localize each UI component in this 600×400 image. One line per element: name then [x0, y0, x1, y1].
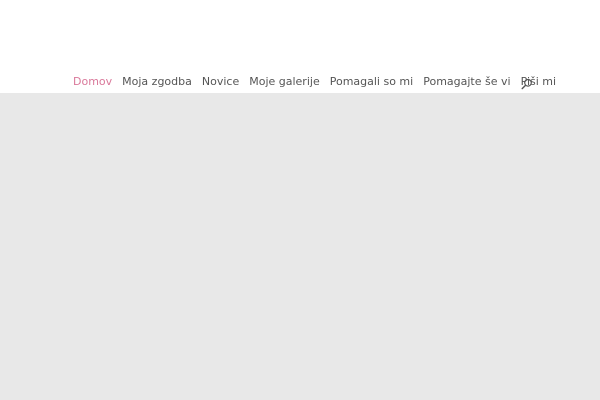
nav-item-moja-zgodba[interactable]: Moja zgodba — [122, 74, 192, 90]
search-icon[interactable] — [521, 75, 533, 90]
site-header: Domov Moja zgodba Novice Moje galerije P… — [0, 0, 600, 93]
nav-item-pomagajte-se-vi[interactable]: Pomagajte še vi — [423, 74, 510, 90]
nav-item-pomagali-so-mi[interactable]: Pomagali so mi — [330, 74, 414, 90]
page: Domov Moja zgodba Novice Moje galerije P… — [0, 0, 600, 400]
nav-item-novice[interactable]: Novice — [202, 74, 239, 90]
nav-item-moje-galerije[interactable]: Moje galerije — [249, 74, 320, 90]
nav-item-domov[interactable]: Domov — [73, 74, 112, 90]
content-area — [0, 93, 600, 400]
main-navigation: Domov Moja zgodba Novice Moje galerije P… — [73, 74, 566, 90]
